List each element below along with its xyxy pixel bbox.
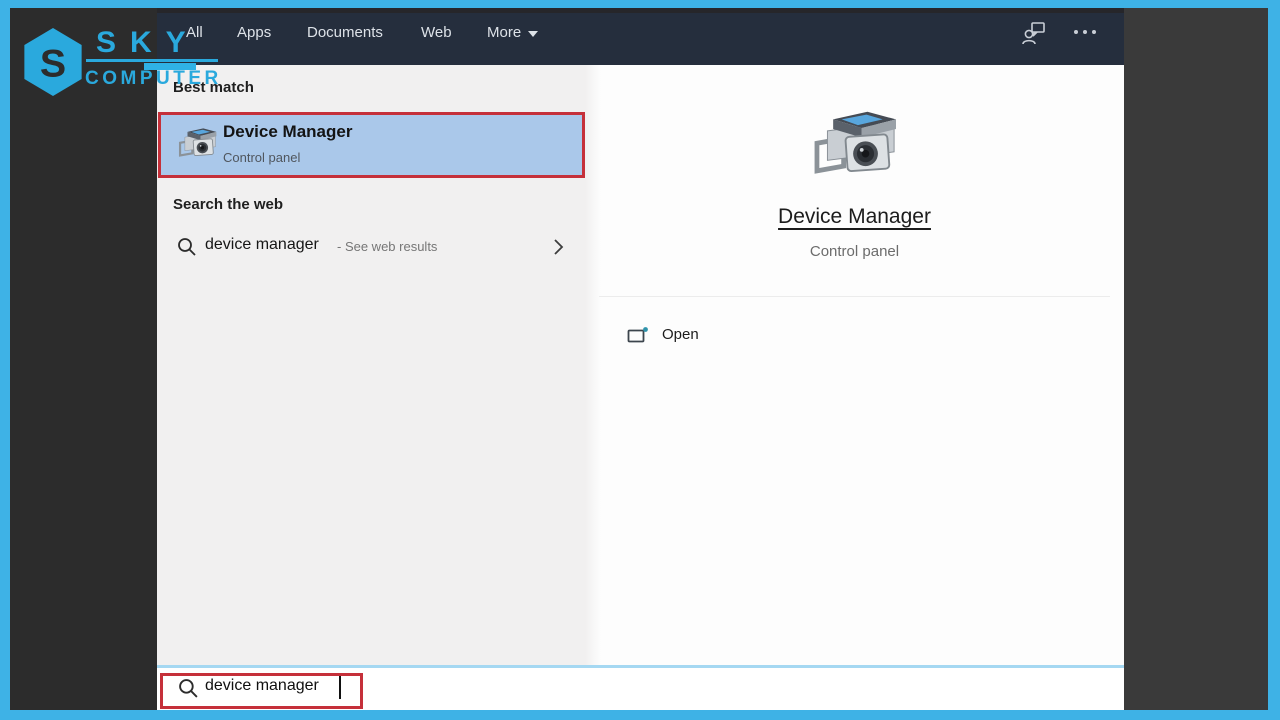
ellipsis-icon[interactable] (1068, 22, 1104, 42)
preview-subtitle: Control panel (809, 243, 900, 260)
result-subtitle: Control panel (223, 150, 301, 165)
tab-documents[interactable]: Documents (307, 24, 383, 41)
tab-web[interactable]: Web (421, 24, 452, 41)
chevron-down-icon (528, 30, 539, 37)
result-title: Device Manager (223, 122, 353, 141)
search-the-web-section-label: Search the web (173, 196, 284, 213)
desktop-background-right (1124, 8, 1268, 710)
tab-more-label: More (487, 24, 522, 41)
tab-apps[interactable]: Apps (237, 24, 271, 41)
search-icon (177, 237, 197, 257)
tab-more[interactable]: More (487, 24, 539, 41)
panel-divider (585, 65, 601, 665)
sky-computer-logo: S SKY COMPUTER (22, 26, 237, 96)
logo-underline (86, 59, 218, 62)
preview-title-link[interactable]: Device Manager (585, 205, 1124, 229)
sky-logo-hexagon-icon: S (24, 28, 82, 96)
best-match-result-device-manager[interactable]: Device Manager Control panel (158, 112, 585, 178)
feedback-icon[interactable] (1020, 19, 1048, 47)
open-action-label: Open (662, 326, 699, 343)
windows-search-screen: All Apps Documents Web More Best match D… (0, 0, 1280, 720)
web-search-result-row[interactable]: device manager - See web results (157, 228, 585, 268)
logo-sub-text: COMPUTER (85, 68, 222, 89)
chevron-right-icon (554, 239, 564, 255)
desktop-background-left (10, 8, 157, 710)
preview-divider-line (599, 296, 1110, 297)
web-query-text: device manager (205, 236, 319, 253)
logo-brand-text: SKY (96, 26, 200, 59)
device-manager-icon-large (810, 108, 902, 188)
svg-text:S: S (40, 41, 66, 85)
open-window-icon (627, 327, 648, 343)
open-action-row[interactable]: Open (615, 320, 815, 352)
annotation-box-search (160, 673, 363, 709)
web-hint-text: - See web results (337, 239, 438, 254)
search-header (157, 13, 1124, 65)
device-manager-icon (177, 125, 219, 165)
